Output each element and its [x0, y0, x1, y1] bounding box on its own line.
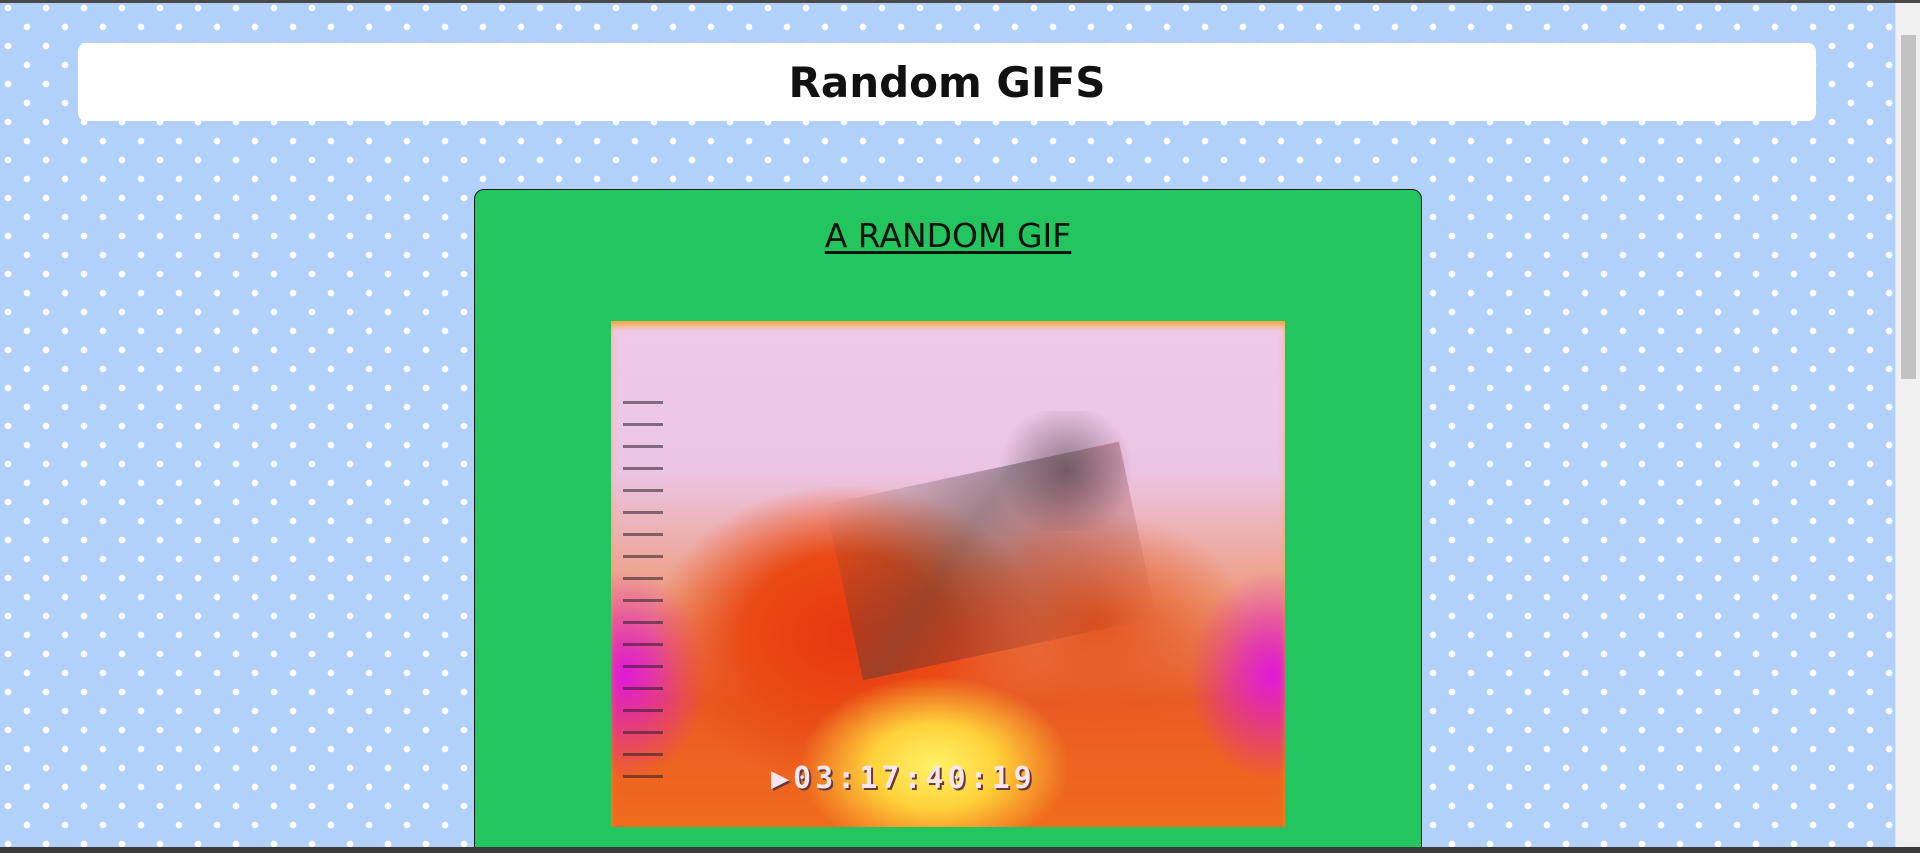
random-gif-image: ▶03:17:40:19	[611, 321, 1285, 827]
card-title-link[interactable]: A RANDOM GIF	[475, 216, 1421, 255]
scrollbar-thumb[interactable]	[1901, 35, 1916, 379]
page-title: Random GIFS	[788, 57, 1106, 107]
page-header: Random GIFS	[78, 43, 1816, 121]
gif-glitch-overlay	[623, 401, 663, 781]
vertical-scrollbar[interactable]	[1895, 3, 1920, 847]
gif-timestamp: ▶03:17:40:19	[771, 761, 1036, 796]
random-gif-card: A RANDOM GIF ▶03:17:40:19	[474, 189, 1422, 853]
window-top-border	[0, 0, 1920, 3]
gif-glitch-overlay	[991, 411, 1141, 531]
window-bottom-border	[0, 847, 1920, 853]
